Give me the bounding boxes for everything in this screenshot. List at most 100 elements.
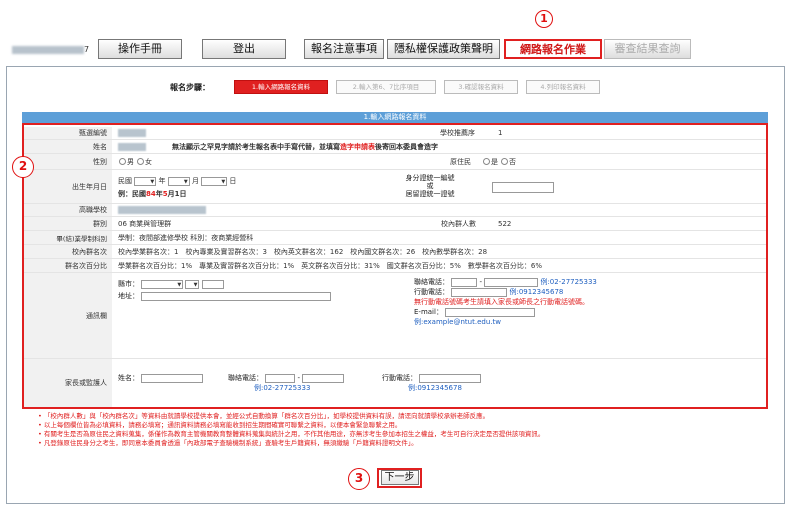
email-example: 例:example@ntut.edu.tw xyxy=(414,318,501,326)
row-rank-pct: 群名次百分比 學業群名次百分比：1% 專業及實習群名次百分比：1% 英文群名次百… xyxy=(24,259,766,273)
masked-user-id xyxy=(12,45,84,54)
notes-list: 「校內群人數」與「校內群名次」等資料由就讀學校提供本會，並經公式自動換算「群名次… xyxy=(38,412,783,448)
guardian-name-label: 姓名： xyxy=(118,374,139,382)
guardian-label: 家長或監護人 xyxy=(24,359,112,407)
phone-input[interactable] xyxy=(484,277,539,287)
name-note-c: 後寄回本委員會造字 xyxy=(375,142,438,151)
manual-button[interactable]: 操作手冊 xyxy=(98,39,182,59)
aboriginal-no-label: 否 xyxy=(509,157,516,166)
mobile-label: 行動電話： xyxy=(414,288,449,296)
rank-pct-label: 群名次百分比 xyxy=(24,259,112,272)
row-dept: 畢(結)業學制科別 學制：夜間部進修學校 科別：夜商業經營科 xyxy=(24,231,766,245)
review-result-button[interactable]: 審查結果查詢 xyxy=(604,39,691,59)
gender-female-label: 女 xyxy=(145,157,152,166)
phone-label: 聯絡電話： xyxy=(414,278,449,286)
birth-year-unit: 年 xyxy=(158,177,166,185)
step-3: 3.確認報名資料 xyxy=(444,80,518,94)
rank-label: 校內群名次 xyxy=(24,245,112,258)
guardian-mobile-label: 行動電話： xyxy=(382,374,417,382)
note-item: 以上每個欄位皆為必填資料，請務必填寫；通訊資料請務必填寫能收到招生期間確實可聯繫… xyxy=(38,421,783,430)
name-note-link[interactable]: 造字申請表 xyxy=(340,142,375,152)
row-guardian: 家長或監護人 姓名： 聯絡電話： - 例:02-27725333 行動電話： 例… xyxy=(24,359,766,407)
email-label: E-mail： xyxy=(414,308,443,316)
school-recommend-value: 1 xyxy=(498,129,503,137)
birth-label: 出生年月日 xyxy=(24,170,112,203)
next-step-label[interactable]: 下一步 xyxy=(380,470,419,485)
step-4: 4.列印報名資料 xyxy=(526,80,600,94)
user-id: 7 xyxy=(12,45,89,54)
mobile-example: 例:0912345678 xyxy=(509,288,564,296)
notice-button[interactable]: 報名注意事項 xyxy=(304,39,384,59)
high-school-label: 高職學校 xyxy=(24,204,112,216)
school-count-label: 校內群人數 xyxy=(441,219,476,228)
masked-exam-no xyxy=(118,129,146,137)
zip-input[interactable] xyxy=(201,279,224,289)
row-group: 群別 06 商業與管理群 校內群人數 522 xyxy=(24,217,766,231)
contact-label: 通訊欄 xyxy=(24,273,112,358)
aboriginal-label: 原住民 xyxy=(450,157,471,166)
aboriginal-yes-label: 是 xyxy=(491,157,498,166)
city-select[interactable] xyxy=(141,279,184,289)
row-high-school: 高職學校 xyxy=(24,204,766,217)
id-input[interactable] xyxy=(492,182,554,193)
school-count-value: 522 xyxy=(498,219,512,228)
guardian-phone-area-input[interactable] xyxy=(265,373,296,383)
district-select[interactable] xyxy=(185,279,200,289)
aboriginal-no-radio[interactable] xyxy=(501,158,508,165)
name-label: 姓名 xyxy=(24,140,112,153)
guardian-phone-example: 例:02-27725333 xyxy=(254,384,311,392)
masked-name xyxy=(118,142,146,151)
guardian-name-input[interactable] xyxy=(141,373,204,383)
privacy-policy-button[interactable]: 隱私權保護政策聲明 xyxy=(387,39,500,59)
address-label: 地址： xyxy=(118,292,139,300)
rank-value: 校內學業群名次：1 校內專業及實習群名次：3 校內英文群名次：162 校內國文群… xyxy=(118,247,488,256)
guardian-phone-label: 聯絡電話： xyxy=(228,374,263,382)
group-value: 06 商業與管理群 xyxy=(118,219,172,228)
phone-area-input[interactable] xyxy=(451,277,478,287)
mobile-note: 無行動電話號碼考生請填入家長或師長之行動電話號碼。 xyxy=(414,298,589,306)
birth-era: 民國 xyxy=(118,177,132,185)
birth-day-select[interactable] xyxy=(201,176,228,186)
marker-1: 1 xyxy=(535,10,553,28)
exam-no-label: 甄選編號 xyxy=(24,127,112,139)
gender-male-label: 男 xyxy=(127,157,134,166)
row-gender: 性別 男 女 原住民 是 否 xyxy=(24,154,766,170)
city-label: 縣市： xyxy=(118,280,139,288)
birth-month-select[interactable] xyxy=(167,176,190,186)
row-rank: 校內群名次 校內學業群名次：1 校內專業及實習群名次：3 校內英文群名次：162… xyxy=(24,245,766,259)
next-step-button[interactable]: 下一步 xyxy=(377,468,422,488)
id-label: 身分證統一編號或居留證統一證號 xyxy=(405,174,455,198)
steps-label: 報名步驟： xyxy=(170,83,210,92)
rank-pct-value: 學業群名次百分比：1% 專業及實習群名次百分比：1% 英文群名次百分比：31% … xyxy=(118,261,542,270)
note-item: 「校內群人數」與「校內群名次」等資料由就讀學校提供本會，並經公式自動換算「群名次… xyxy=(38,412,783,421)
mobile-input[interactable] xyxy=(451,287,508,297)
logout-button[interactable]: 登出 xyxy=(202,39,286,59)
gender-female-radio[interactable] xyxy=(137,158,144,165)
phone-example: 例:02-27725333 xyxy=(540,278,597,286)
top-navigation: 7 操作手冊 登出 報名注意事項 隱私權保護政策聲明 網路報名作業 審查結果查詢 xyxy=(6,36,785,62)
address-input[interactable] xyxy=(141,291,332,301)
online-registration-button[interactable]: 網路報名作業 xyxy=(504,39,602,59)
step-2: 2.輸入第6、7比序項目 xyxy=(336,80,436,94)
row-birth: 出生年月日 民國 年 月 日 例：民國84年5月1日 身分證統一編號或居留證統一… xyxy=(24,170,766,204)
gender-label: 性別 xyxy=(24,154,112,169)
marker-2: 2 xyxy=(12,156,34,178)
gender-male-radio[interactable] xyxy=(119,158,126,165)
guardian-mobile-example: 例:0912345678 xyxy=(408,384,462,392)
note-item: 凡登錄原住民身分之考生，即同意本委員會透過「內政部電子查驗機制系統」查驗考生戶籍… xyxy=(38,439,783,448)
guardian-mobile-input[interactable] xyxy=(419,373,482,383)
guardian-phone-input[interactable] xyxy=(302,373,345,383)
school-recommend-label: 學校推薦序 xyxy=(440,129,475,137)
birth-example: 例：民國84年5月1日 xyxy=(118,190,187,198)
email-input[interactable] xyxy=(445,307,536,317)
birth-year-select[interactable] xyxy=(134,176,157,186)
section-title: 1.輸入網路報名資料 xyxy=(22,112,768,123)
masked-high-school xyxy=(118,206,206,214)
row-contact: 通訊欄 縣市： 地址： 聯絡電話： - 例:02-27725333 行動電話： xyxy=(24,273,766,359)
dept-label: 畢(結)業學制科別 xyxy=(24,231,112,244)
birth-month-unit: 月 xyxy=(191,177,199,185)
note-item: 有關考生是否為原住民之資料蒐集，係僅作為教育主管機關教育整體資料蒐集與統計之用，… xyxy=(38,430,783,439)
step-1: 1.輸入網路報名資料 xyxy=(234,80,328,94)
group-label: 群別 xyxy=(24,217,112,230)
aboriginal-yes-radio[interactable] xyxy=(483,158,490,165)
